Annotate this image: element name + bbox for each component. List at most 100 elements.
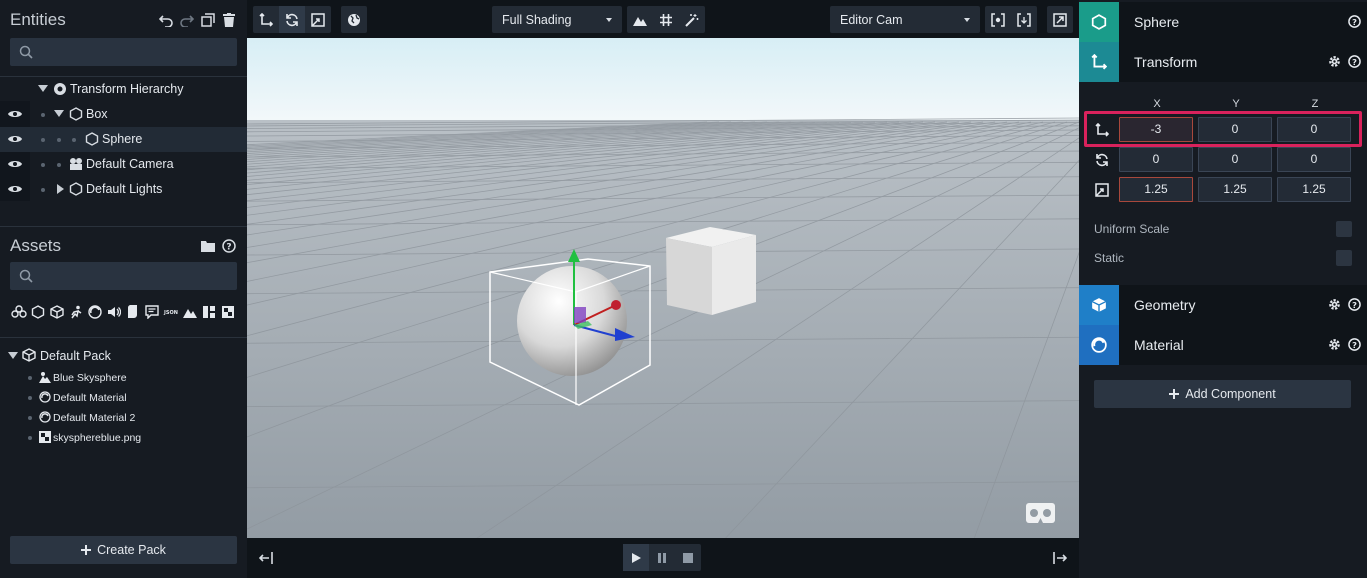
svg-text:?: ? [1352,300,1357,310]
texture-icon[interactable] [219,303,236,320]
stop-icon[interactable] [675,544,701,571]
asset-pack-label: Default Pack [40,349,111,363]
position-z-input[interactable]: 0 [1277,117,1351,142]
help-icon[interactable]: ? [1348,298,1361,311]
gear-icon[interactable] [1328,55,1341,68]
gear-icon[interactable] [1328,338,1341,351]
box-mesh[interactable] [666,227,756,315]
material-icon[interactable] [86,303,103,320]
tree-item-label: Sphere [102,132,143,146]
rotation-x-input[interactable]: 0 [1119,147,1193,172]
asset-item[interactable]: Default Material [0,388,247,408]
asset-item[interactable]: skysphereblue.png [0,428,247,448]
pack-icon [22,348,36,362]
eye-icon[interactable] [7,158,23,170]
environment-icon[interactable] [627,6,653,33]
scene-canvas[interactable] [247,38,1079,538]
text-icon[interactable] [143,303,160,320]
scene-viewport[interactable] [247,38,1079,538]
help-icon[interactable]: ? [1348,55,1361,68]
uniform-scale-checkbox[interactable] [1336,221,1352,237]
eye-icon[interactable] [7,108,23,120]
static-checkbox[interactable] [1336,250,1352,266]
duplicate-icon[interactable] [200,12,216,28]
hexagon-icon [1079,2,1119,42]
assets-search-input[interactable] [10,262,237,290]
help-icon[interactable]: ? [221,238,237,254]
collapse-right-icon[interactable] [1052,550,1068,566]
world-space-toggle [341,6,367,33]
globe-icon[interactable] [341,6,367,33]
collapse-left-icon[interactable] [258,550,274,566]
scale-x-input[interactable]: 1.25 [1119,177,1193,202]
asset-item[interactable]: Default Material 2 [0,408,247,428]
help-icon[interactable]: ? [1348,15,1361,28]
texture-atlas-icon[interactable] [200,303,217,320]
json-icon[interactable]: JSON [162,303,179,320]
magic-wand-icon[interactable] [679,6,705,33]
position-y-input[interactable]: 0 [1198,117,1272,142]
play-icon[interactable] [623,544,649,571]
tree-item-default-lights[interactable]: Default Lights [0,177,247,202]
svg-text:?: ? [226,243,231,253]
rotate-tool-icon[interactable] [279,6,305,33]
svg-text:?: ? [1352,17,1357,27]
tree-dot [57,138,61,142]
camera-dropdown[interactable]: Editor Cam [830,6,980,33]
entities-search-input[interactable] [10,38,237,66]
asset-item-label: Blue Skysphere [53,372,127,384]
tree-item-sphere[interactable]: Sphere [0,127,247,152]
asset-pack-default[interactable]: Default Pack [0,345,247,367]
create-pack-label: Create Pack [97,543,166,557]
help-icon[interactable]: ? [1348,338,1361,351]
folder-icon[interactable] [200,238,216,254]
material-icon [1079,325,1119,365]
tree-item-default-camera[interactable]: Default Camera [0,152,247,177]
create-pack-button[interactable]: Create Pack [10,536,237,564]
frame-icon[interactable] [1011,6,1037,33]
expand-arrow-icon[interactable] [8,352,18,359]
asset-item[interactable]: Blue Skysphere [0,368,247,388]
expand-arrow-icon[interactable] [54,110,64,117]
material-header[interactable]: Material ? [1079,325,1367,365]
redo-icon[interactable] [179,12,195,28]
shading-dropdown[interactable]: Full Shading [492,6,622,33]
entity-group-icon[interactable] [10,303,27,320]
eye-icon[interactable] [7,183,23,195]
add-component-button[interactable]: Add Component [1094,380,1351,408]
terrain-icon[interactable] [181,303,198,320]
translate-tool-icon[interactable] [253,6,279,33]
transform-icon [1079,42,1119,82]
cube-icon[interactable] [48,303,65,320]
pause-icon[interactable] [649,544,675,571]
grid-icon[interactable] [653,6,679,33]
audio-icon[interactable] [105,303,122,320]
position-x-input[interactable]: -3 [1119,117,1193,142]
gear-icon[interactable] [1328,298,1341,311]
transform-header[interactable]: Transform ? [1079,42,1367,82]
vr-headset-icon[interactable] [1026,503,1055,523]
entities-title: Entities [10,10,66,29]
animation-icon[interactable] [67,303,84,320]
scale-tool-icon[interactable] [305,6,331,33]
rotation-y-input[interactable]: 0 [1198,147,1272,172]
delete-icon[interactable] [221,12,237,28]
scale-y-input[interactable]: 1.25 [1198,177,1272,202]
tree-item-transform-hierarchy[interactable]: Transform Hierarchy [0,77,247,102]
asset-item-label: Default Material 2 [53,412,136,424]
undo-icon[interactable] [158,12,174,28]
expand-arrow-icon[interactable] [38,85,48,92]
tree-item-box[interactable]: Box [0,102,247,127]
hexagon-icon[interactable] [29,303,46,320]
focus-icon[interactable] [985,6,1011,33]
eye-icon[interactable] [7,133,23,145]
geometry-actions: ? [1328,298,1361,311]
expand-arrow-icon[interactable] [57,184,64,194]
geometry-header[interactable]: Geometry ? [1079,285,1367,325]
entity-name[interactable]: Sphere [1134,14,1179,30]
fullscreen-icon[interactable] [1047,6,1073,33]
camera-icon [69,157,83,171]
rotation-z-input[interactable]: 0 [1277,147,1351,172]
script-icon[interactable] [124,303,141,320]
scale-z-input[interactable]: 1.25 [1277,177,1351,202]
